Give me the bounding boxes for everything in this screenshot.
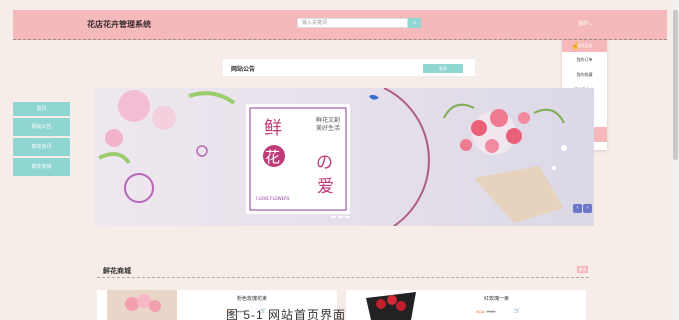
cart-icon[interactable]: 🛒 (514, 308, 520, 314)
product-image (107, 290, 177, 320)
product-card[interactable]: 红玫瑰一束 ¥118 ¥138 🛒 (346, 290, 586, 320)
banner-char-1: 鲜 (264, 118, 282, 139)
notice-bar: 网站公告 更多 (222, 58, 476, 77)
banner-subtitle: I LOVE FLOWERS (256, 196, 290, 201)
search-input[interactable]: 输入关键词 (297, 18, 408, 28)
page: 花店花卉管理系统 输入关键词 ⌕ 我的 ⌄ 前往后台 我的订单 我的收藏 我的购… (0, 0, 679, 320)
scrollbar-thumb[interactable] (673, 10, 678, 160)
page-scrollbar[interactable] (672, 0, 679, 320)
section-more-button[interactable]: 更多 (577, 266, 588, 273)
dropdown-item-admin[interactable]: 前往后台 (562, 40, 607, 52)
banner-dot[interactable] (331, 216, 336, 218)
chevron-right-icon[interactable]: › (583, 204, 592, 213)
figure-caption: 图 5-1 网站首页界面 (226, 308, 347, 320)
banner-char-4: 爱 (317, 177, 334, 197)
banner-poem-2: 美好生活 (316, 124, 340, 132)
chevron-left-icon[interactable]: ‹ (573, 204, 582, 213)
banner-char-2: 花 (265, 148, 280, 166)
banner-illustration: 鲜 花 の 爱 鲜花文創 美好生活 I LOVE FLOWERS (94, 88, 594, 226)
side-nav: 首页 网站公告 鲜花资讯 鲜花商城 (13, 102, 70, 178)
nav-item-home[interactable]: 首页 (13, 102, 70, 116)
user-menu[interactable]: 我的 ⌄ (578, 20, 594, 27)
top-header: 花店花卉管理系统 输入关键词 ⌕ 我的 ⌄ (13, 10, 667, 40)
dropdown-item-orders[interactable]: 我的订单 (562, 52, 607, 67)
dropdown-item-favorites[interactable]: 我的收藏 (562, 67, 607, 82)
site-brand[interactable]: 花店花卉管理系统 (87, 19, 151, 30)
section-divider (97, 277, 589, 278)
banner-dots (331, 214, 352, 220)
product-image (356, 290, 426, 320)
section-title: 鲜花商城 (103, 268, 131, 275)
notice-title: 网站公告 (231, 67, 256, 73)
search-button[interactable]: ⌕ (408, 18, 421, 28)
nav-item-news[interactable]: 鲜花资讯 (13, 138, 70, 156)
product-price: ¥118 ¥138 (476, 309, 496, 314)
nav-item-shop[interactable]: 鲜花商城 (13, 158, 70, 176)
banner-dot[interactable] (338, 216, 343, 218)
hand-cursor-icon: ☝ (571, 43, 580, 50)
nav-item-notice[interactable]: 网站公告 (13, 118, 70, 136)
product-title[interactable]: 粉色玫瑰花束 (237, 295, 267, 302)
banner-dot[interactable] (345, 216, 350, 218)
banner-char-3: の (316, 153, 333, 173)
hero-banner[interactable]: 鲜 花 の 爱 鲜花文創 美好生活 I LOVE FLOWERS (94, 88, 594, 226)
search-icon: ⌕ (412, 20, 417, 26)
product-title[interactable]: 红玫瑰一束 (484, 295, 509, 302)
banner-poem-1: 鲜花文創 (316, 116, 340, 124)
notice-more-button[interactable]: 更多 (423, 64, 463, 73)
banner-arrows: ‹ › (573, 204, 593, 213)
